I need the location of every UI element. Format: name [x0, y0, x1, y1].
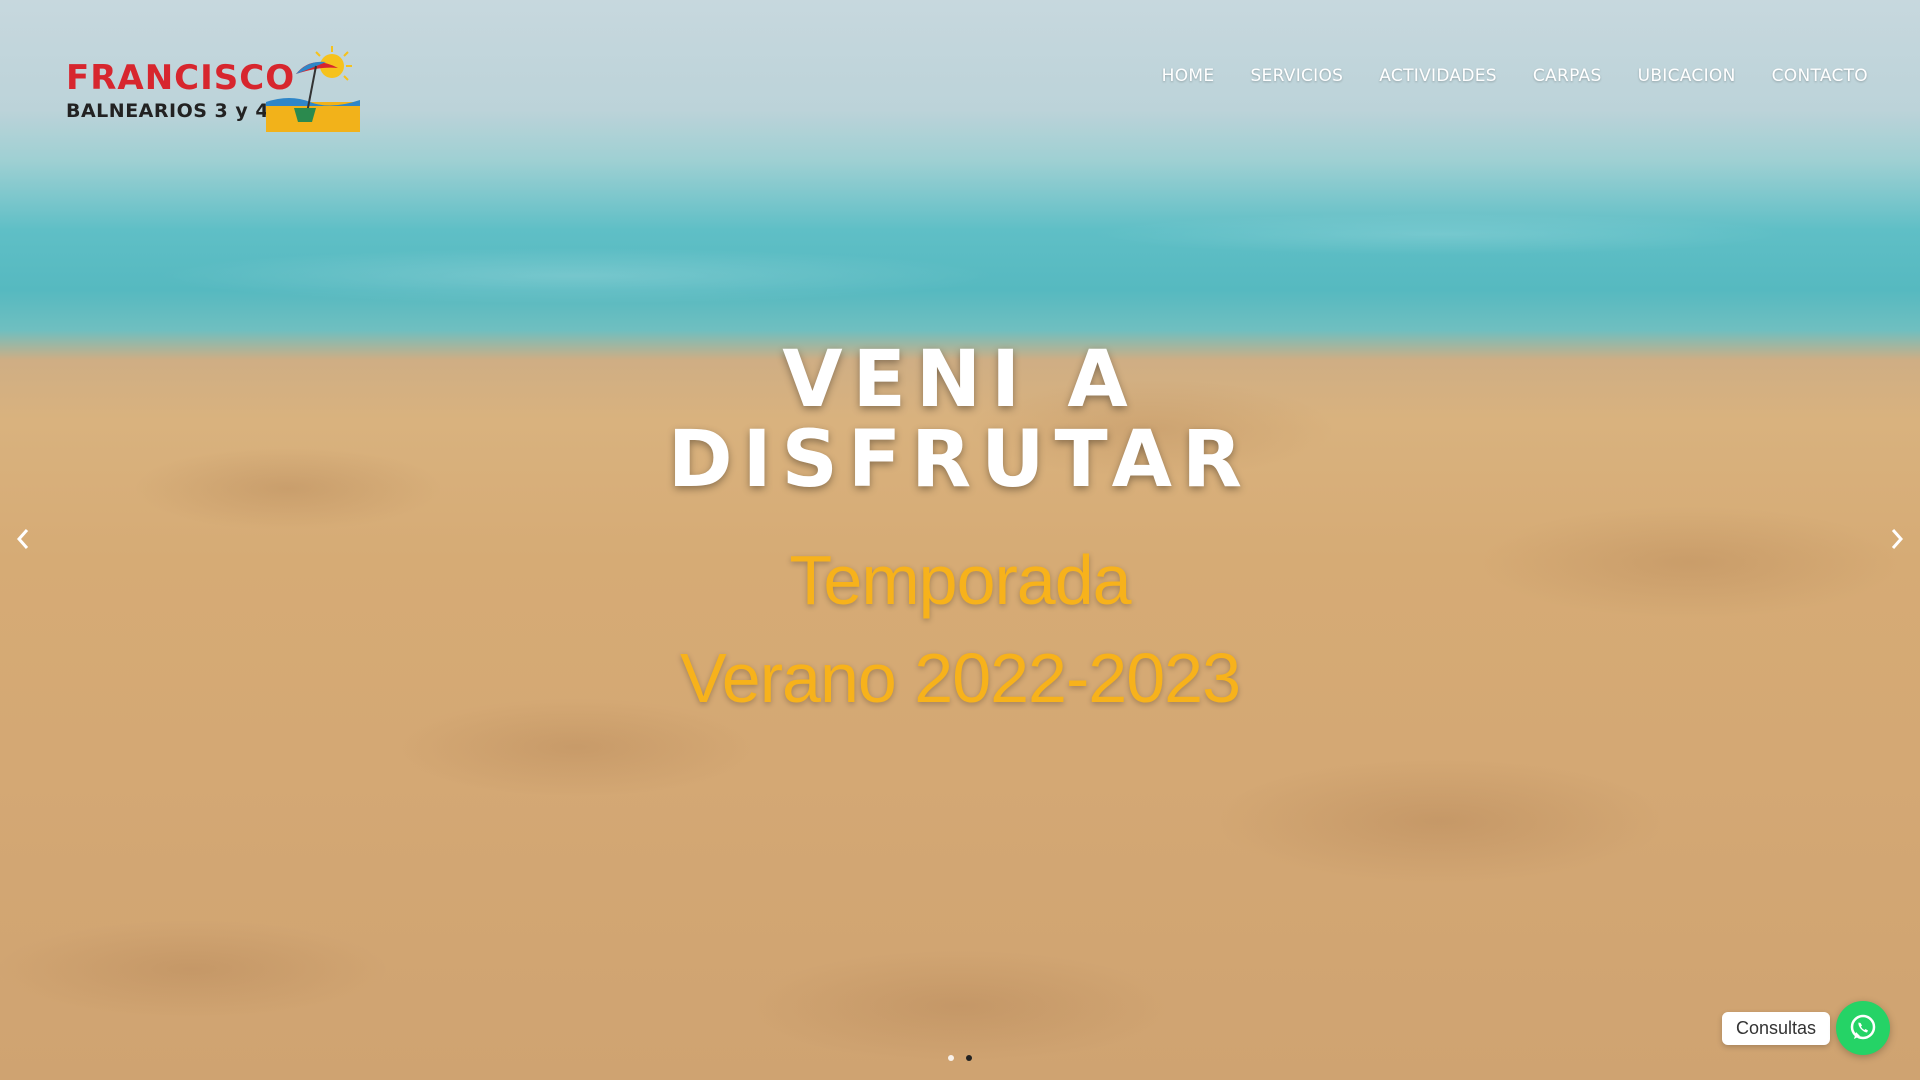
whatsapp-label[interactable]: Consultas	[1721, 1012, 1830, 1045]
chevron-right-icon	[1891, 529, 1904, 549]
hero-headline: VENI A DISFRUTAR	[0, 340, 1920, 500]
site-logo[interactable]: FRANCISCO BALNEARIOS 3 y 4	[66, 44, 366, 136]
headline-line2: DISFRUTAR	[667, 415, 1253, 505]
nav-servicios[interactable]: SERVICIOS	[1250, 66, 1343, 86]
whatsapp-button[interactable]	[1836, 1001, 1890, 1055]
slider-pagination	[0, 1055, 1920, 1061]
hero-subline-years: Verano 2022-2023	[679, 639, 1241, 717]
slider-dot-2[interactable]	[966, 1055, 972, 1061]
nav-home[interactable]: HOME	[1162, 66, 1215, 86]
logo-subtitle: BALNEARIOS 3 y 4	[66, 100, 270, 122]
hero-slider: FRANCISCO BALNEARIOS 3 y 4 HOME SERVICIO…	[0, 0, 1920, 1080]
headline-line1: VENI A	[782, 335, 1138, 425]
nav-carpas[interactable]: CARPAS	[1533, 66, 1602, 86]
slider-dot-1[interactable]	[948, 1055, 954, 1061]
slider-prev-button[interactable]	[8, 524, 38, 554]
whatsapp-icon	[1850, 1014, 1876, 1040]
hero-subline-season: Temporada	[789, 541, 1131, 619]
beach-umbrella-logo-icon	[266, 46, 360, 132]
main-nav: HOME SERVICIOS ACTIVIDADES CARPAS UBICAC…	[1162, 66, 1868, 86]
slider-next-button[interactable]	[1882, 524, 1912, 554]
nav-ubicacion[interactable]: UBICACION	[1638, 66, 1736, 86]
sea-background	[0, 150, 1920, 360]
chevron-left-icon	[16, 529, 29, 549]
nav-actividades[interactable]: ACTIVIDADES	[1379, 66, 1497, 86]
nav-contacto[interactable]: CONTACTO	[1772, 66, 1868, 86]
